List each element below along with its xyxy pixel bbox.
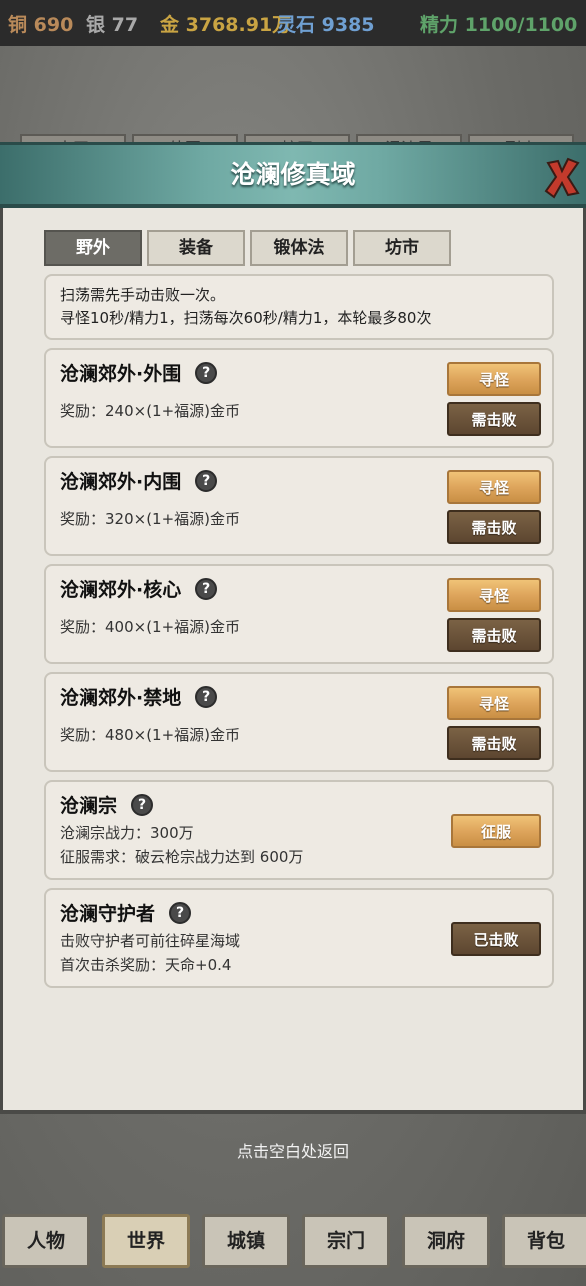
defeat-required-button[interactable]: 需击败 — [447, 402, 541, 436]
resource-bar: 铜 690 银 77 金 3768.91万 灵石 9385 精力 1100/11… — [0, 0, 586, 46]
silver-resource: 银 77 — [86, 14, 139, 36]
question-mark-icon[interactable]: ? — [169, 901, 192, 924]
tap-to-return-hint: 点击空白处返回 — [236, 1142, 349, 1161]
close-button[interactable] — [542, 155, 582, 199]
nav-backpack[interactable]: 背包 — [502, 1214, 586, 1268]
search-monster-button[interactable]: 寻怪 — [447, 470, 541, 504]
tab-wild[interactable]: 野外 — [44, 230, 142, 266]
question-mark-icon[interactable]: ? — [131, 793, 154, 816]
area-reward: 奖励：400×(1+福源)金币 — [60, 618, 241, 636]
region-modal: 沧澜修真域 野外 装备 锻体法 坊市 扫荡需先手动击败一次。 寻怪10秒/精力1… — [0, 142, 586, 1114]
energy-resource: 精力 1100/1100 — [420, 14, 578, 36]
area-card: 沧澜郊外·禁地? 奖励：480×(1+福源)金币 寻怪 需击败 — [44, 672, 554, 772]
nav-world[interactable]: 世界 — [102, 1214, 190, 1268]
tab-body-tempering[interactable]: 锻体法 — [250, 230, 348, 266]
gold-resource: 金 3768.91万 — [160, 14, 292, 36]
sect-requirement: 征服需求：破云枪宗战力达到 600万 — [60, 848, 304, 866]
first-kill-reward: 首次击杀奖励：天命+0.4 — [60, 956, 232, 974]
info-box: 扫荡需先手动击败一次。 寻怪10秒/精力1，扫荡每次60秒/精力1，本轮最多80… — [44, 274, 554, 340]
sub-tabs: 野外 装备 锻体法 坊市 — [44, 230, 451, 266]
guardian-description: 击败守护者可前往碎星海域 — [60, 932, 241, 950]
modal-header: 沧澜修真域 — [0, 142, 586, 208]
question-mark-icon[interactable]: ? — [195, 361, 218, 384]
nav-sect[interactable]: 宗门 — [302, 1214, 390, 1268]
area-card: 沧澜郊外·内围? 奖励：320×(1+福源)金币 寻怪 需击败 — [44, 456, 554, 556]
guardian-card: 沧澜守护者? 击败守护者可前往碎星海域 首次击杀奖励：天命+0.4 已击败 — [44, 888, 554, 988]
area-card: 沧澜郊外·核心? 奖励：400×(1+福源)金币 寻怪 需击败 — [44, 564, 554, 664]
area-reward: 奖励：240×(1+福源)金币 — [60, 402, 241, 420]
search-monster-button[interactable]: 寻怪 — [447, 362, 541, 396]
question-mark-icon[interactable]: ? — [195, 685, 218, 708]
close-x-icon — [544, 157, 580, 199]
sect-power: 沧澜宗战力：300万 — [60, 824, 194, 842]
bottom-nav: 人物 世界 城镇 宗门 洞府 背包 — [2, 1214, 586, 1268]
defeat-required-button[interactable]: 需击败 — [447, 510, 541, 544]
question-mark-icon[interactable]: ? — [195, 469, 218, 492]
area-name: 沧澜郊外·核心 — [60, 579, 182, 601]
spirit-stone-resource: 灵石 9385 — [277, 14, 375, 36]
tab-equipment[interactable]: 装备 — [147, 230, 245, 266]
copper-resource: 铜 690 — [8, 14, 74, 36]
sect-name: 沧澜宗 — [60, 795, 118, 817]
conquer-button[interactable]: 征服 — [451, 814, 541, 848]
area-name: 沧澜郊外·禁地 — [60, 687, 182, 709]
search-monster-button[interactable]: 寻怪 — [447, 686, 541, 720]
defeated-button[interactable]: 已击败 — [451, 922, 541, 956]
nav-character[interactable]: 人物 — [2, 1214, 90, 1268]
info-line: 寻怪10秒/精力1，扫荡每次60秒/精力1，本轮最多80次 — [60, 309, 432, 327]
nav-cave[interactable]: 洞府 — [402, 1214, 490, 1268]
info-line: 扫荡需先手动击败一次。 — [60, 286, 226, 304]
area-card: 沧澜郊外·外围? 奖励：240×(1+福源)金币 寻怪 需击败 — [44, 348, 554, 448]
tab-market[interactable]: 坊市 — [353, 230, 451, 266]
defeat-required-button[interactable]: 需击败 — [447, 618, 541, 652]
area-reward: 奖励：480×(1+福源)金币 — [60, 726, 241, 744]
defeat-required-button[interactable]: 需击败 — [447, 726, 541, 760]
nav-town[interactable]: 城镇 — [202, 1214, 290, 1268]
area-reward: 奖励：320×(1+福源)金币 — [60, 510, 241, 528]
question-mark-icon[interactable]: ? — [195, 577, 218, 600]
modal-title: 沧澜修真域 — [230, 160, 356, 189]
search-monster-button[interactable]: 寻怪 — [447, 578, 541, 612]
area-name: 沧澜郊外·内围 — [60, 471, 182, 493]
area-name: 沧澜郊外·外围 — [60, 363, 182, 385]
sect-card: 沧澜宗? 沧澜宗战力：300万 征服需求：破云枪宗战力达到 600万 征服 — [44, 780, 554, 880]
guardian-name: 沧澜守护者 — [60, 903, 156, 925]
